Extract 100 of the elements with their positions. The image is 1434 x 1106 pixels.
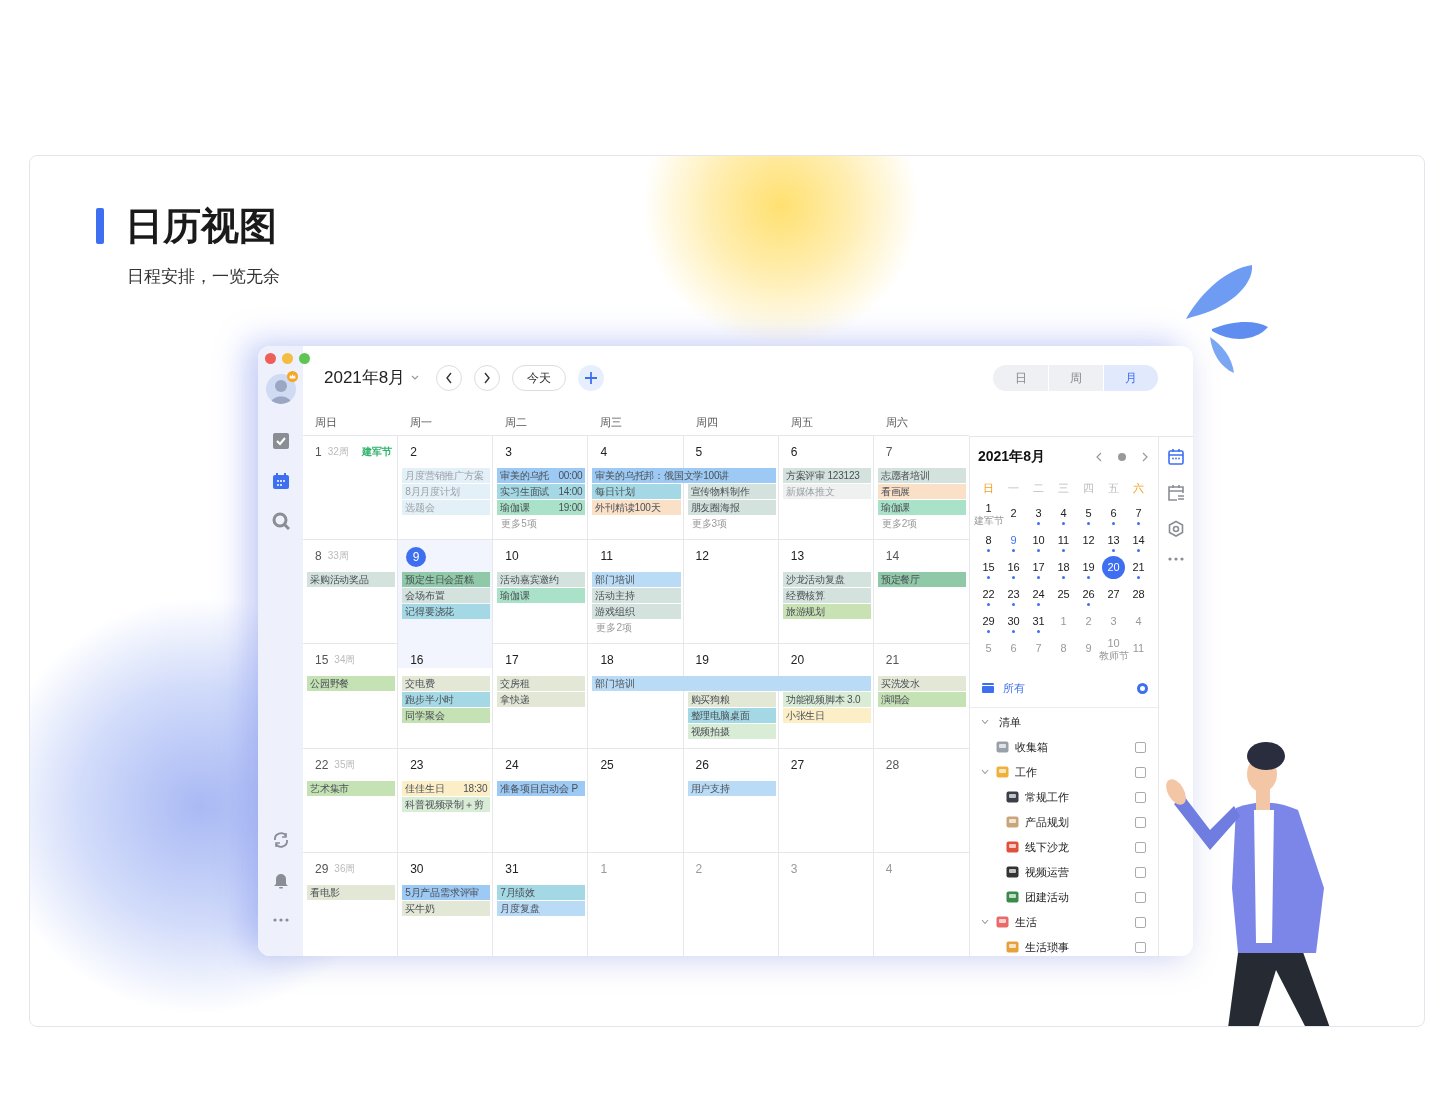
event-bar[interactable]: 功能视频脚本 3.0 bbox=[782, 692, 871, 708]
day-number[interactable]: 18 bbox=[600, 651, 614, 670]
date-number[interactable]: 14 bbox=[1132, 533, 1145, 547]
event-bar[interactable]: 瑜伽课 bbox=[497, 588, 586, 604]
date-number[interactable]: 16 bbox=[1007, 560, 1020, 574]
event-bar[interactable]: 买牛奶 bbox=[402, 900, 491, 916]
day-number[interactable]: 13 bbox=[790, 547, 805, 566]
day-number[interactable]: 3 bbox=[505, 443, 512, 461]
date-number[interactable]: 2 bbox=[1010, 506, 1017, 520]
close-button[interactable] bbox=[265, 353, 276, 364]
day-number[interactable]: 11 bbox=[600, 547, 613, 566]
event-bar[interactable]: 7月绩效 bbox=[497, 884, 586, 900]
day-number[interactable]: 8 bbox=[315, 547, 322, 566]
day-number[interactable]: 2 bbox=[410, 443, 417, 461]
event-bar[interactable]: 购买狗粮 bbox=[687, 692, 776, 708]
checkbox[interactable] bbox=[1135, 816, 1146, 828]
date-number[interactable]: 23 bbox=[1007, 587, 1020, 601]
list-name[interactable]: 产品规划 bbox=[1025, 813, 1069, 831]
day-number[interactable]: 12 bbox=[695, 547, 709, 566]
event-bar[interactable]: 活动嘉宾邀约 bbox=[497, 572, 586, 588]
date-number[interactable]: 26 bbox=[1082, 587, 1095, 601]
event-bar[interactable]: 宣传物料制作 bbox=[687, 484, 776, 499]
date-number[interactable]: 29 bbox=[982, 614, 995, 628]
event-bar[interactable]: 部门培训 bbox=[592, 572, 681, 588]
list-name[interactable]: 清单 bbox=[999, 713, 1021, 731]
date-number[interactable]: 24 bbox=[1032, 587, 1045, 601]
event-bar[interactable]: 买洗发水 bbox=[877, 676, 966, 692]
checkbox[interactable] bbox=[1135, 941, 1146, 953]
date-number[interactable]: 11 bbox=[1057, 533, 1070, 547]
more-icon[interactable] bbox=[1167, 556, 1185, 562]
day-number[interactable]: 15 bbox=[315, 651, 329, 670]
date-number[interactable]: 18 bbox=[1057, 560, 1070, 574]
date-number[interactable]: 31 bbox=[1032, 614, 1045, 628]
day-number[interactable]: 6 bbox=[790, 443, 798, 461]
date-number[interactable]: 4 bbox=[1060, 506, 1067, 520]
chevron-down-icon[interactable] bbox=[981, 769, 989, 775]
chevron-left-icon[interactable] bbox=[1096, 451, 1102, 462]
event-bar[interactable]: 游戏组织 bbox=[592, 604, 681, 620]
event-bar[interactable]: 方案评审 123123 bbox=[782, 468, 871, 483]
event-bar[interactable]: 交房租 bbox=[497, 676, 586, 692]
date-number[interactable]: 25 bbox=[1057, 587, 1070, 601]
month-title[interactable]: 2021年8月 bbox=[324, 365, 406, 391]
day-number[interactable]: 5 bbox=[695, 443, 703, 461]
event-bar[interactable]: 实习生面试 14:00 bbox=[497, 484, 586, 499]
list-name[interactable]: 生活琐事 bbox=[1025, 938, 1069, 956]
event-bar[interactable]: 拿快递 bbox=[497, 692, 586, 708]
event-bar[interactable]: 瑜伽课 bbox=[877, 500, 966, 515]
date-number[interactable]: 6 bbox=[1110, 506, 1117, 520]
event-bar[interactable]: 审美的乌托 00:00 bbox=[497, 468, 586, 483]
event-bar[interactable]: 小张生日 bbox=[782, 708, 871, 724]
day-number[interactable]: 14 bbox=[885, 547, 900, 566]
event-bar[interactable]: 月度复盘 bbox=[497, 900, 586, 916]
next-button[interactable] bbox=[474, 365, 501, 391]
view-tab[interactable]: 月 bbox=[1103, 365, 1158, 391]
event-bar[interactable]: 经费核算 bbox=[782, 588, 871, 604]
date-number[interactable]: 17 bbox=[1032, 560, 1045, 574]
day-number[interactable]: 4 bbox=[600, 443, 608, 461]
date-number[interactable]: 15 bbox=[982, 560, 995, 574]
event-bar[interactable]: 采购活动奖品 bbox=[307, 572, 396, 588]
event-bar[interactable]: 审美的乌托邦：俄国文学100讲 bbox=[592, 468, 776, 483]
avatar[interactable] bbox=[265, 374, 296, 404]
date-number[interactable]: 3 bbox=[1035, 506, 1042, 520]
date-number[interactable]: 30 bbox=[1007, 614, 1020, 628]
day-number[interactable]: 16 bbox=[410, 651, 424, 670]
date-number[interactable]: 13 bbox=[1107, 533, 1120, 547]
event-bar[interactable]: 会场布置 bbox=[402, 588, 491, 604]
checkbox[interactable] bbox=[1135, 766, 1146, 778]
list-name[interactable]: 收集箱 bbox=[1015, 738, 1048, 756]
today-button[interactable]: 今天 bbox=[512, 365, 567, 391]
caret-down-icon[interactable] bbox=[411, 375, 420, 381]
event-bar[interactable]: 演唱会 bbox=[877, 692, 966, 708]
previous-button[interactable] bbox=[436, 365, 463, 391]
day-number[interactable]: 10 bbox=[505, 547, 519, 566]
day-number[interactable]: 26 bbox=[695, 755, 709, 774]
day-number[interactable]: 21 bbox=[885, 651, 900, 670]
day-number[interactable]: 25 bbox=[600, 755, 614, 774]
list-name[interactable]: 线下沙龙 bbox=[1025, 838, 1069, 856]
list-name[interactable]: 常规工作 bbox=[1025, 788, 1069, 806]
event-bar[interactable]: 活动主持 bbox=[592, 588, 681, 604]
list-name[interactable]: 团建活动 bbox=[1025, 888, 1069, 906]
event-bar[interactable]: 沙龙活动复盘 bbox=[782, 572, 871, 588]
day-number[interactable]: 29 bbox=[315, 859, 329, 878]
date-number[interactable]: 28 bbox=[1132, 587, 1145, 601]
event-bar[interactable]: 用户支持 bbox=[687, 780, 776, 796]
sync-icon[interactable] bbox=[271, 831, 290, 849]
search-icon[interactable] bbox=[271, 512, 290, 530]
list-name[interactable]: 生活 bbox=[1015, 913, 1037, 931]
event-bar[interactable]: 部门培训 bbox=[592, 676, 871, 692]
event-bar[interactable]: 交电费 bbox=[402, 676, 491, 692]
event-bar[interactable]: 记得要浇花 bbox=[402, 604, 491, 620]
day-number[interactable]: 27 bbox=[790, 755, 805, 774]
minimize-button[interactable] bbox=[282, 353, 293, 364]
event-bar[interactable]: 跑步半小时 bbox=[402, 692, 491, 708]
calendar-icon[interactable] bbox=[271, 472, 290, 490]
date-number[interactable]: 19 bbox=[1082, 560, 1095, 574]
checkbox-icon[interactable] bbox=[271, 432, 290, 450]
date-number[interactable]: 7 bbox=[1135, 506, 1142, 520]
maximize-button[interactable] bbox=[299, 353, 310, 364]
chevron-right-icon[interactable] bbox=[1142, 451, 1148, 462]
day-number[interactable]: 28 bbox=[885, 755, 900, 774]
